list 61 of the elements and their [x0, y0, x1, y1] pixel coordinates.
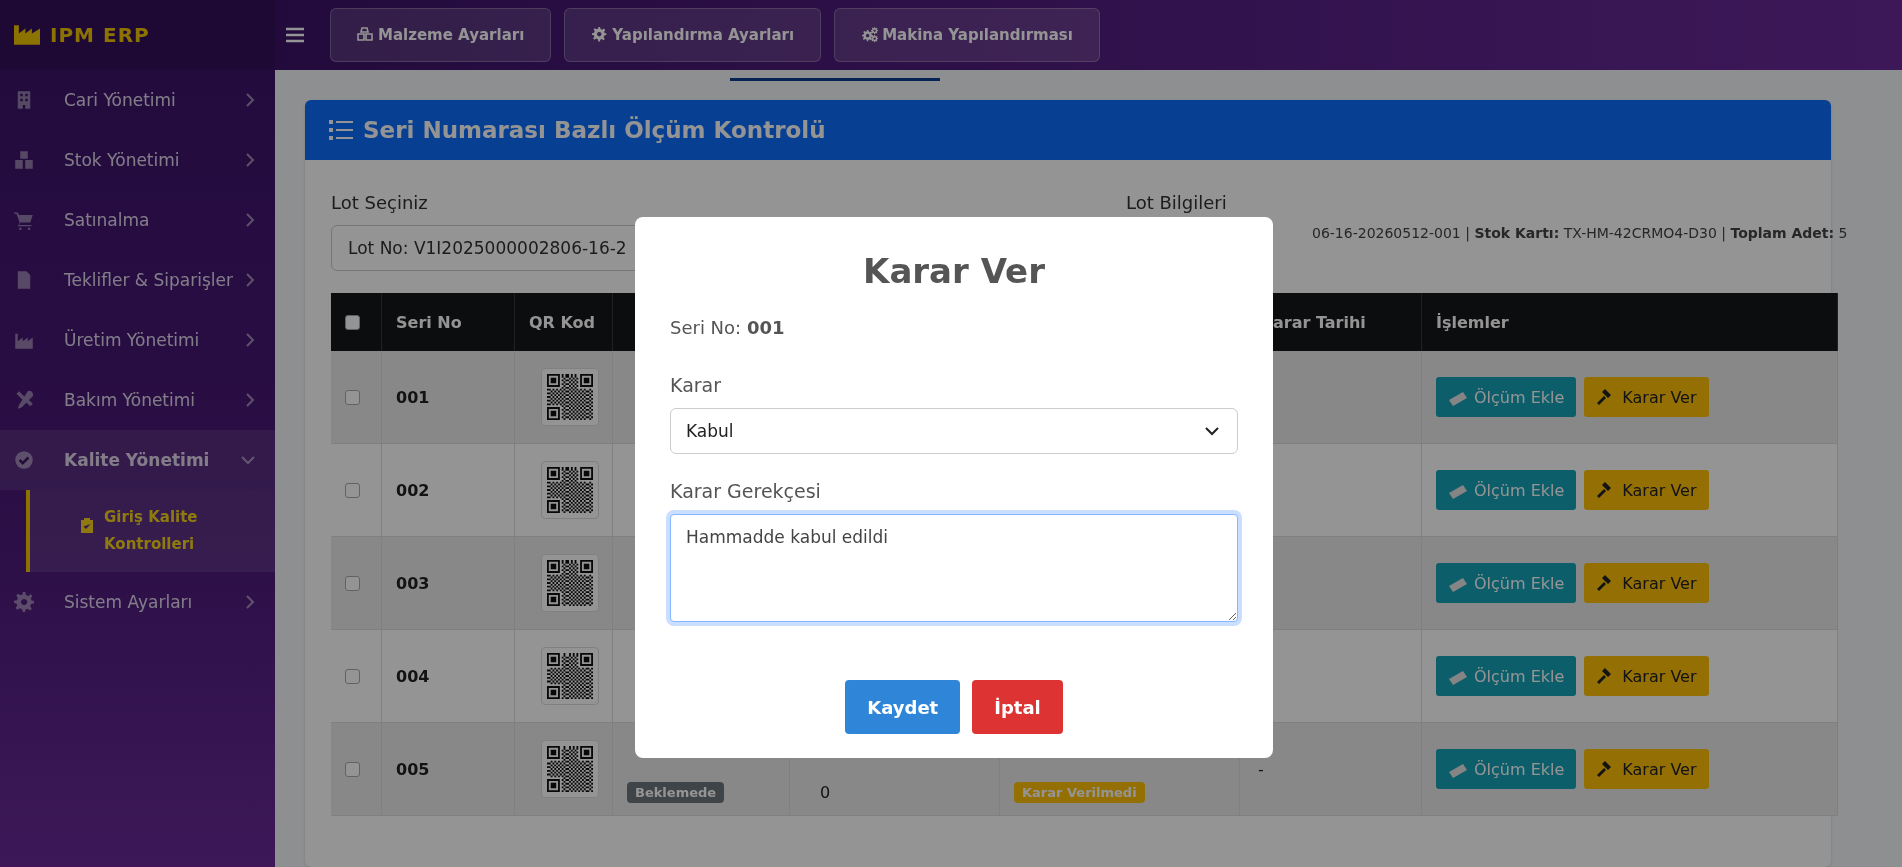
add-measurement-button[interactable]: Ölçüm Ekle [1436, 656, 1577, 696]
column-header: QR Kod [529, 312, 596, 332]
reason-field[interactable]: Hammadde kabul edildi [670, 514, 1238, 622]
checkbox[interactable] [345, 575, 360, 591]
checkbox[interactable] [345, 482, 360, 498]
decision-button[interactable]: Karar Ver [1584, 749, 1709, 789]
sidebar-item[interactable]: Teklifler & Siparişler [0, 250, 275, 310]
sidebar-item[interactable]: Sistem Ayarları [0, 572, 275, 632]
add-measurement-button[interactable]: Ölçüm Ekle [1436, 470, 1577, 510]
qr-code [541, 461, 599, 519]
brand-name[interactable]: IPM ERP [50, 23, 150, 47]
checkbox[interactable] [345, 314, 360, 330]
table-cell: 0 [820, 782, 831, 802]
chevron-down-icon [1205, 426, 1219, 436]
decision-button[interactable]: Karar Ver [1584, 563, 1709, 603]
field-label: Lot Bilgileri [1126, 192, 1228, 213]
sidebar-item[interactable]: Satınalma [0, 190, 275, 250]
decision-select[interactable]: Kabul [670, 408, 1238, 454]
checkbox[interactable] [345, 761, 360, 777]
save-button[interactable]: Kaydet [845, 680, 961, 734]
table-cell: 005 [396, 759, 430, 779]
status-badge: Beklemede [627, 781, 725, 803]
table-cell: - [1258, 759, 1264, 779]
qr-code [541, 368, 599, 426]
column-header: arar Tarihi [1273, 312, 1366, 332]
checkbox[interactable] [345, 389, 360, 405]
list-icon [329, 119, 353, 141]
table-cell: 002 [396, 480, 430, 500]
factory-icon [14, 25, 40, 45]
sidebar-item[interactable]: Üretim Yönetimi [0, 310, 275, 370]
qr-code [541, 554, 599, 612]
add-measurement-button[interactable]: Ölçüm Ekle [1436, 377, 1577, 417]
card-title: Seri Numarası Bazlı Ölçüm Kontrolü [363, 117, 826, 143]
add-measurement-button[interactable]: Ölçüm Ekle [1436, 563, 1577, 603]
sidebar-item[interactable]: Cari Yönetimi [0, 70, 275, 130]
add-measurement-button[interactable]: Ölçüm Ekle [1436, 749, 1577, 789]
lot-info-text: 06-16-20260512-001 | Stok Kartı: TX-HM-42CRMO4-D30 | Toplam Adet: 5 [1312, 225, 1848, 241]
field-label: Lot Seçiniz [331, 192, 428, 213]
gears-icon [861, 27, 880, 43]
column-header: Seri No [396, 312, 462, 332]
table-cell: 003 [396, 573, 430, 593]
column-header: İşlemler [1436, 312, 1509, 332]
sidebar-item[interactable]: Stok Yönetimi [0, 130, 275, 190]
menu-icon[interactable] [285, 26, 305, 44]
cancel-button[interactable]: İptal [972, 680, 1063, 734]
field-label: Karar Gerekçesi [670, 480, 821, 502]
decision-badge: Karar Verilmedi [1014, 781, 1145, 803]
serial-number-text: Seri No: 001 [670, 317, 785, 338]
table-cell: 001 [396, 387, 430, 407]
clipboard-check-icon [80, 517, 94, 533]
table-cell: 004 [396, 666, 430, 686]
qr-code [541, 647, 599, 705]
checkbox[interactable] [345, 668, 360, 684]
dialog-title: Karar Ver [863, 251, 1045, 291]
field-label: Karar [670, 374, 722, 396]
decision-button[interactable]: Karar Ver [1584, 377, 1709, 417]
cubes-icon [357, 27, 375, 43]
sidebar-item[interactable]: Bakım Yönetimi [0, 370, 275, 430]
decision-button[interactable]: Karar Ver [1584, 656, 1709, 696]
decision-button[interactable]: Karar Ver [1584, 470, 1709, 510]
qr-code [541, 740, 599, 798]
